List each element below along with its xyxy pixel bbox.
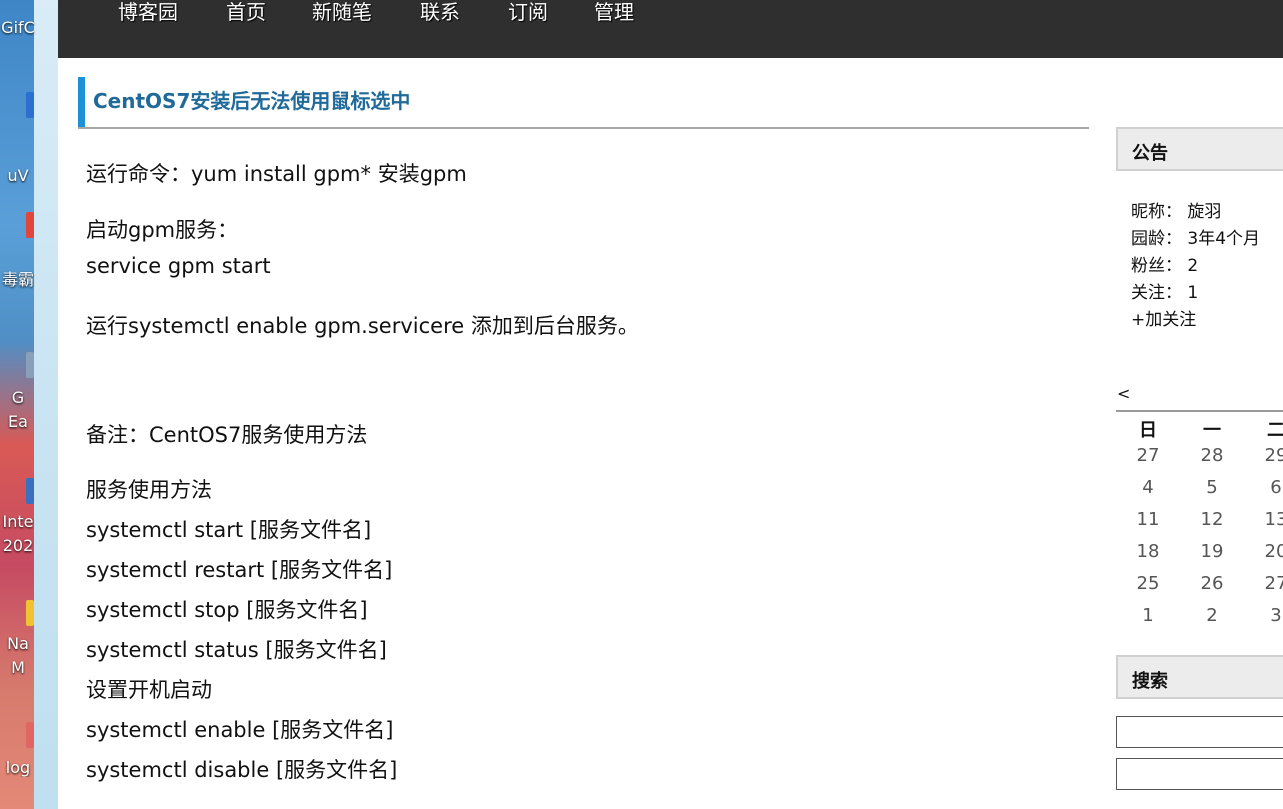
desktop-icon-label[interactable]: 毒霸 [0,266,36,290]
calendar-day[interactable]: 12 [1192,509,1232,530]
profile-followers: 粉丝： 2 [1131,256,1199,276]
app-icon[interactable] [26,352,34,378]
desktop-icon-label[interactable]: 202 [0,536,36,555]
calendar-day[interactable]: 28 [1192,445,1232,466]
calendar-day[interactable]: 6 [1256,477,1283,498]
nav-home[interactable]: 首页 [226,0,266,24]
post-line: 服务使用方法 [86,478,212,502]
calendar-day[interactable]: 20 [1256,541,1283,562]
nav-blog-home[interactable]: 博客园 [118,0,178,24]
nav-subscribe[interactable]: 订阅 [508,0,548,24]
calendar-weekday: 一 [1203,420,1221,441]
search-title: 搜索 [1132,671,1168,692]
profile-following: 关注： 1 [1131,283,1199,303]
post-line: 设置开机启动 [86,678,212,702]
calendar-day[interactable]: 1 [1128,605,1168,626]
calendar-day[interactable]: 2 [1192,605,1232,626]
app-icon[interactable] [26,212,34,238]
app-icon[interactable] [26,478,34,504]
calendar-day[interactable]: 18 [1128,541,1168,562]
calendar-day[interactable]: 27 [1256,573,1283,594]
top-navbar: 博客园 首页 新随笔 联系 订阅 管理 [58,0,1283,58]
post-line: 运行systemctl enable gpm.servicere 添加到后台服务… [86,314,639,338]
app-icon[interactable] [26,722,34,748]
search-input-google[interactable] [1116,758,1283,790]
desktop-icon-label[interactable]: G [0,388,36,407]
post-line: systemctl disable [服务文件名] [86,758,398,782]
window-edge [34,0,58,809]
calendar-weekday: 二 [1267,420,1283,441]
calendar-prev-button[interactable]: < [1117,384,1130,403]
announcement-header: 公告 [1116,127,1283,171]
post-line: systemctl restart [服务文件名] [86,558,393,582]
profile-nickname: 昵称： 旋羽 [1131,202,1222,222]
title-accent-bar [78,77,85,127]
desktop-icon-label[interactable]: Na [0,634,36,653]
calendar-day[interactable]: 4 [1128,477,1168,498]
search-input[interactable] [1116,716,1283,748]
desktop-icon-label[interactable]: uV [0,166,36,185]
post-line: 备注：CentOS7服务使用方法 [86,423,368,447]
desktop-icon-label[interactable]: Ea [0,412,36,431]
nav-new-post[interactable]: 新随笔 [312,0,372,24]
app-icon[interactable] [26,600,34,626]
desktop-icon-label[interactable]: log [0,758,36,777]
post-title[interactable]: CentOS7安装后无法使用鼠标选中 [93,85,410,114]
desktop-icon-label[interactable]: Inte [0,512,36,531]
post-line: 运行命令：yum install gpm* 安装gpm [86,162,467,186]
post-line: systemctl status [服务文件名] [86,638,387,662]
calendar-day[interactable]: 29 [1256,445,1283,466]
post-line: systemctl enable [服务文件名] [86,718,394,742]
announcement-title: 公告 [1132,143,1168,164]
calendar-day[interactable]: 13 [1256,509,1283,530]
calendar-day[interactable]: 5 [1192,477,1232,498]
calendar-divider [1116,410,1283,412]
desktop-icon-label[interactable]: GifC [0,18,36,37]
post-title-block: CentOS7安装后无法使用鼠标选中 [78,77,1089,129]
post-line: systemctl stop [服务文件名] [86,598,368,622]
search-header: 搜索 [1116,655,1283,699]
calendar-day[interactable]: 26 [1192,573,1232,594]
follow-link[interactable]: +加关注 [1131,305,1196,330]
post-line: service gpm start [86,254,271,278]
nav-contact[interactable]: 联系 [420,0,460,24]
calendar-day[interactable]: 27 [1128,445,1168,466]
desktop-background: GifC uV 毒霸 G Ea Inte 202 Na M log [0,0,58,809]
post-line: 启动gpm服务： [86,218,239,242]
desktop-icon-label[interactable]: M [0,658,36,677]
post-line: systemctl start [服务文件名] [86,518,372,542]
calendar-day[interactable]: 3 [1256,605,1283,626]
calendar-weekday: 日 [1139,420,1157,441]
calendar-day[interactable]: 19 [1192,541,1232,562]
calendar-day[interactable]: 11 [1128,509,1168,530]
calendar-day[interactable]: 25 [1128,573,1168,594]
app-icon[interactable] [26,92,34,118]
nav-manage[interactable]: 管理 [594,0,634,24]
profile-age: 园龄： 3年4个月 [1131,229,1261,249]
